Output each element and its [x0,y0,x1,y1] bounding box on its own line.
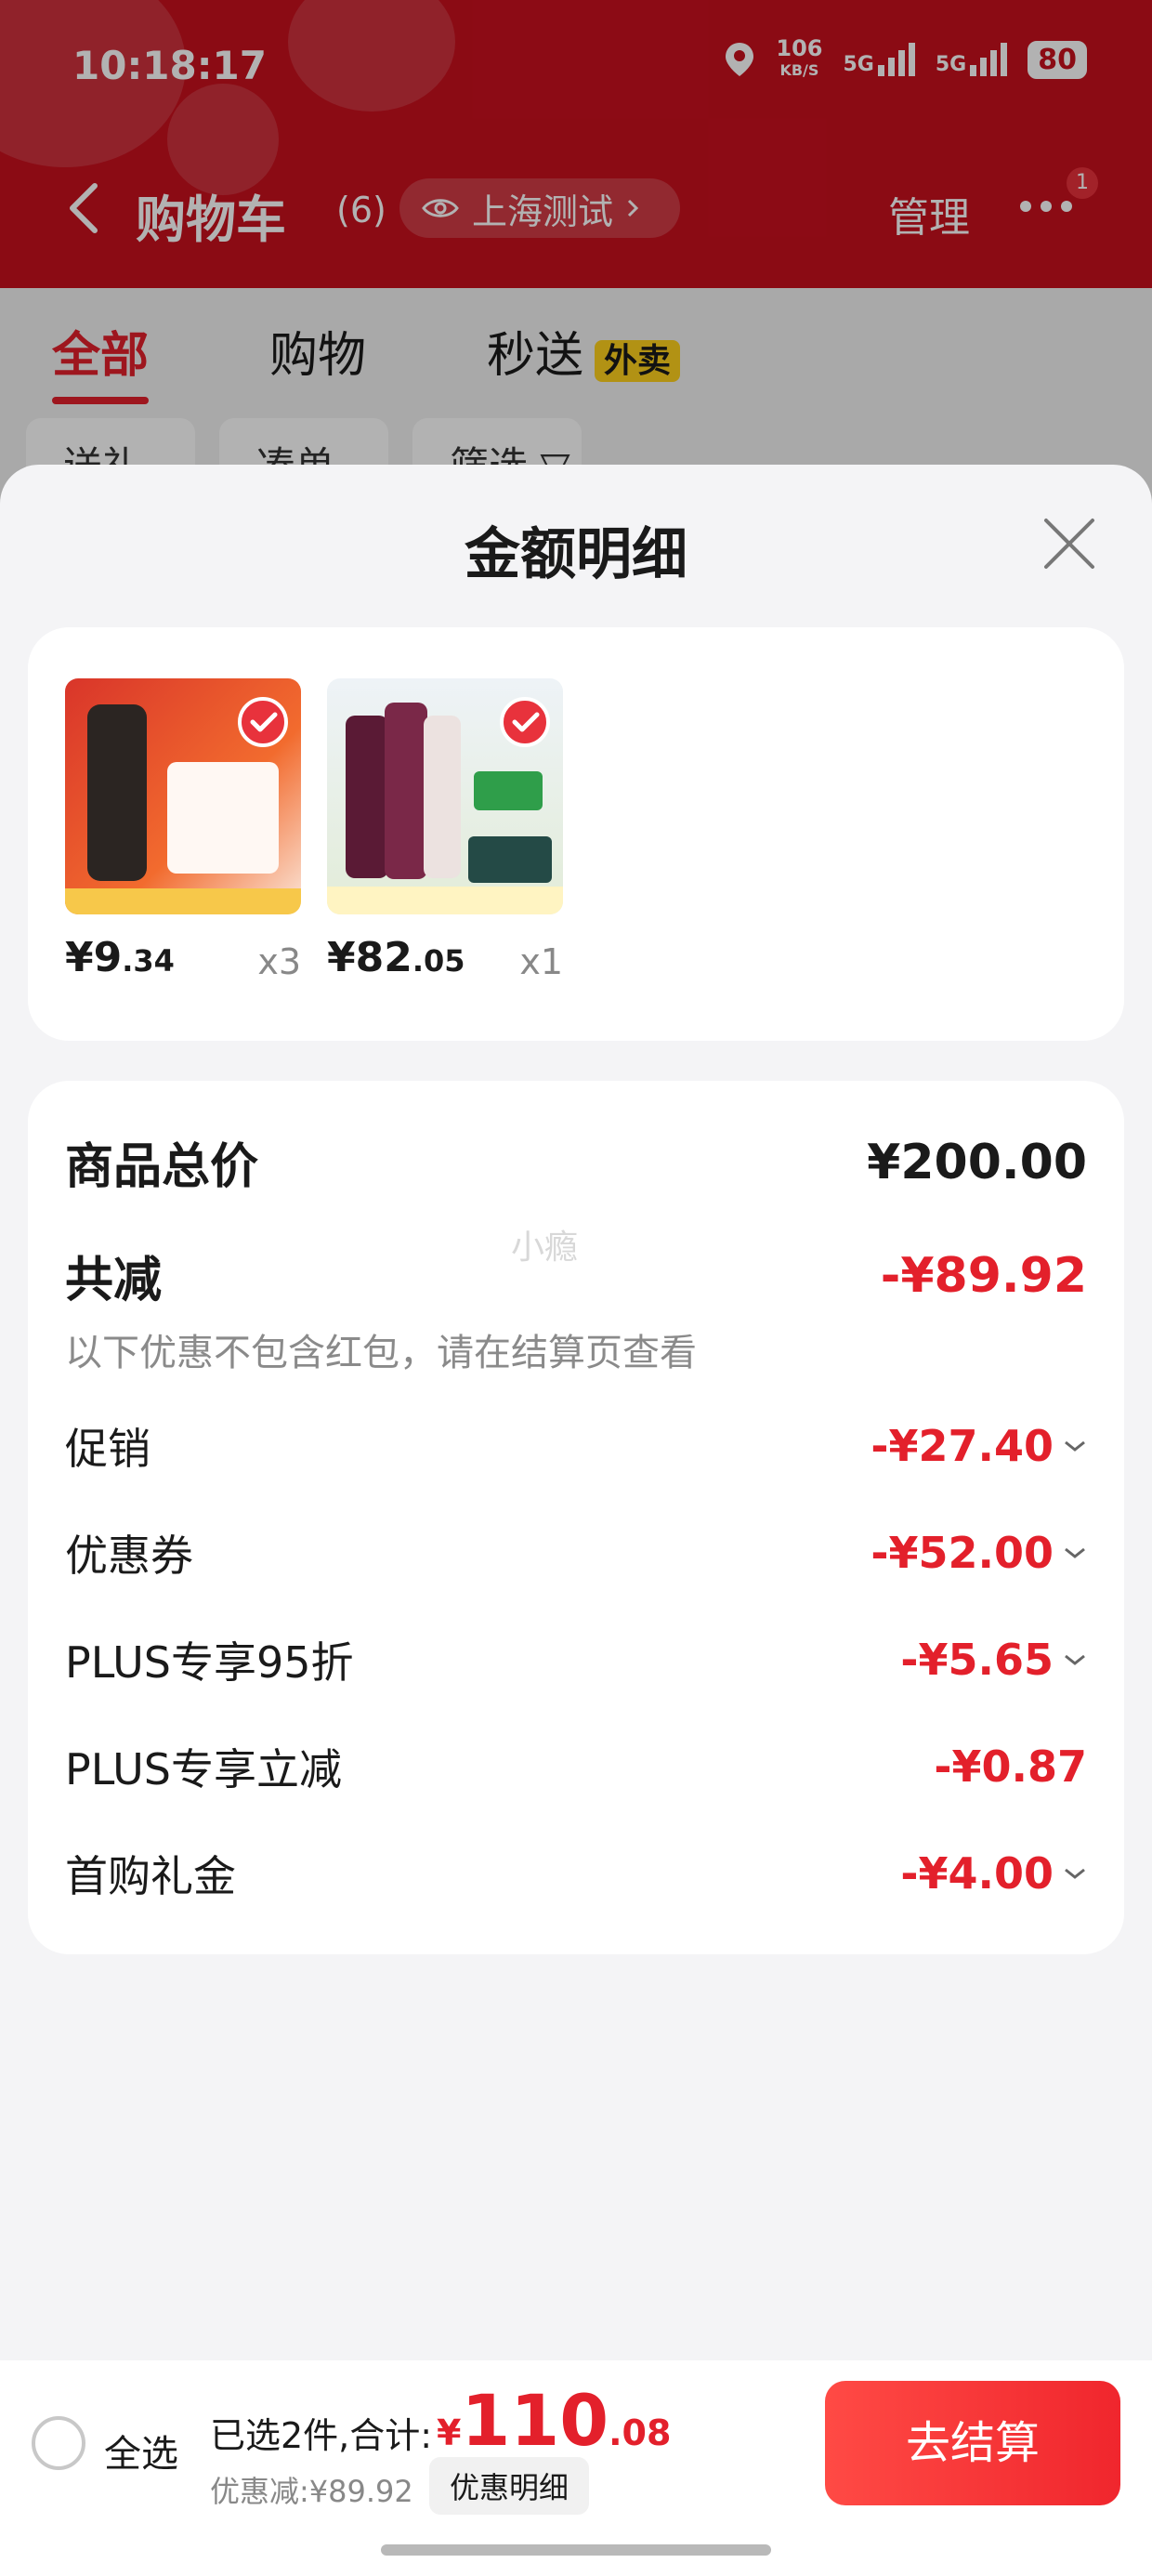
close-icon[interactable] [1041,515,1098,572]
checkout-bar: 全选 已选2件,合计: ¥110.08 优惠减:¥89.92 优惠明细 去结算 [0,2360,1152,2576]
home-indicator[interactable] [381,2544,771,2556]
discount-value: -¥0.87 [934,1741,1087,1792]
product-item[interactable]: ¥82.05 x1 [327,678,563,982]
reduce-label: 共减 [65,1253,163,1308]
chevron-down-icon [1065,1440,1085,1452]
chevron-down-icon [1065,1654,1085,1665]
chevron-down-icon [1065,1547,1085,1558]
product-quantity: x1 [519,941,563,982]
discount-row-coupon[interactable]: 优惠券 -¥52.00 [65,1522,1087,1584]
selected-summary: 已选2件,合计: [210,2415,433,2456]
discount-summary: 优惠减:¥89.92 [210,2474,413,2509]
selected-check-icon [238,697,288,747]
discount-row-first-purchase[interactable]: 首购礼金 -¥4.00 [65,1843,1087,1904]
discount-row-plus-instant: PLUS专享立减 -¥0.87 [65,1736,1087,1797]
price-summary-card: 商品总价 ¥200.00 小瘾 共减 -¥89.92 以下优惠不包含红包，请在结… [28,1081,1124,1954]
discount-row-promotion[interactable]: 促销 -¥27.40 [65,1415,1087,1477]
products-card: ¥9.34 x3 ¥82.05 x1 [28,627,1124,1041]
amount-detail-sheet: 金额明细 ¥9.34 x3 ¥82.05 x1 商品总价 ¥200.00 小瘾 … [0,465,1152,2360]
reduce-value: -¥89.92 [880,1247,1087,1304]
checkout-button[interactable]: 去结算 [825,2381,1120,2505]
product-item[interactable]: ¥9.34 x3 [65,678,301,982]
product-price: ¥9.34 [65,934,175,981]
sheet-title: 金额明细 [465,522,687,587]
discount-value: -¥5.65 [900,1635,1087,1685]
summary-total-row: 商品总价 ¥200.00 [65,1127,1087,1197]
discount-label: 促销 [65,1424,151,1474]
discount-label: PLUS专享95折 [65,1637,354,1688]
product-thumbnail [65,678,301,914]
discount-label: 首购礼金 [65,1851,236,1901]
dim-overlay[interactable] [0,0,1152,520]
discount-row-plus-95[interactable]: PLUS专享95折 -¥5.65 [65,1629,1087,1690]
discount-value: -¥27.40 [871,1421,1087,1471]
selected-check-icon [500,697,550,747]
total-amount: ¥110.08 [437,2379,672,2462]
chevron-down-icon [1065,1868,1085,1879]
total-value: ¥200.00 [867,1134,1087,1190]
product-thumbnail [327,678,563,914]
product-price: ¥82.05 [327,934,465,981]
discount-detail-button[interactable]: 优惠明细 [429,2457,590,2515]
product-quantity: x3 [257,941,301,982]
discount-value: -¥52.00 [871,1528,1087,1578]
discount-label: 优惠券 [65,1531,193,1581]
total-label: 商品总价 [65,1139,259,1195]
discount-value: -¥4.00 [900,1848,1087,1899]
select-all-radio[interactable] [32,2416,85,2470]
select-all-label[interactable]: 全选 [104,2424,178,2477]
discount-label: PLUS专享立减 [65,1744,342,1794]
discount-note: 以下优惠不包含红包，请在结算页查看 [65,1332,697,1374]
summary-reduce-row: 共减 -¥89.92 [65,1241,1087,1310]
